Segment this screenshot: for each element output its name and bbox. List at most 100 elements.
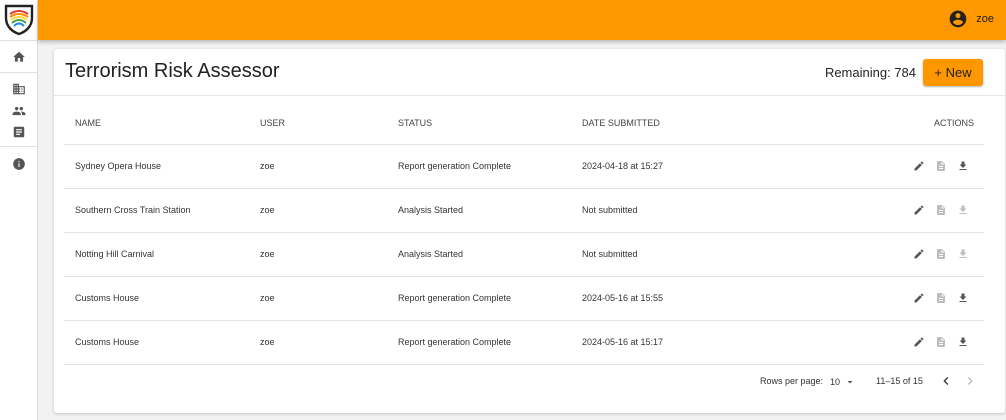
cell-status: Report generation Complete <box>387 276 571 321</box>
download-icon <box>959 161 967 170</box>
download-button[interactable] <box>956 335 970 349</box>
rows-per-page-label: Rows per page: <box>760 376 824 386</box>
download-icon <box>959 293 967 302</box>
column-header-date[interactable]: DATE SUBMITTED <box>571 103 831 145</box>
user-menu[interactable]: zoe <box>948 9 994 29</box>
download-icon <box>959 249 967 258</box>
column-header-user[interactable]: USER <box>249 103 387 145</box>
cell-status: Report generation Complete <box>387 320 571 365</box>
sidebar-item-info[interactable] <box>8 153 30 175</box>
cell-name: Customs House <box>64 320 249 365</box>
logo-icon <box>3 3 35 36</box>
cell-date: 2024-05-16 at 15:55 <box>571 276 831 321</box>
cell-date: 2024-05-16 at 15:17 <box>571 320 831 365</box>
edit-button[interactable] <box>912 335 926 349</box>
user-name: zoe <box>976 13 994 25</box>
sidebar-item-home[interactable] <box>8 46 30 68</box>
cell-name: Customs House <box>64 276 249 321</box>
edit-icon <box>914 337 924 347</box>
chevron-left-icon <box>943 377 949 385</box>
download-button[interactable] <box>956 247 970 261</box>
chevron-right-icon <box>967 377 973 385</box>
report-icon <box>937 205 945 215</box>
edit-icon <box>914 293 924 303</box>
view-report-button[interactable] <box>934 159 948 173</box>
cell-date: Not submitted <box>571 188 831 233</box>
table-header-row: NAME USER STATUS DATE SUBMITTED ACTIONS <box>64 103 984 145</box>
column-header-name[interactable]: NAME <box>64 103 249 145</box>
download-button[interactable] <box>956 203 970 217</box>
sidebar-divider <box>0 146 38 147</box>
article-icon <box>13 126 25 138</box>
cell-user: zoe <box>249 144 387 189</box>
cell-name: Sydney Opera House <box>64 144 249 189</box>
download-button[interactable] <box>956 159 970 173</box>
assessments-card: Terrorism Risk Assessor Remaining: 784 +… <box>54 49 1005 413</box>
page-title: Terrorism Risk Assessor <box>65 60 280 82</box>
home-icon <box>13 51 25 62</box>
report-icon <box>937 293 945 303</box>
column-header-status[interactable]: STATUS <box>387 103 571 145</box>
table-body: Sydney Opera House zoe Report generation C… <box>64 144 984 365</box>
table-row[interactable]: Customs House zoe Report generation Comple… <box>64 320 984 365</box>
edit-button[interactable] <box>912 203 926 217</box>
view-report-button[interactable] <box>934 291 948 305</box>
info-icon <box>13 158 25 170</box>
cell-name: Notting Hill Carnival <box>64 232 249 277</box>
table-row[interactable]: Notting Hill Carnival zoe Analysis Started… <box>64 232 984 277</box>
cell-status: Analysis Started <box>387 188 571 233</box>
cell-actions <box>831 188 984 233</box>
view-report-button[interactable] <box>934 335 948 349</box>
edit-icon <box>914 249 924 259</box>
report-icon <box>937 337 945 347</box>
cell-user: zoe <box>249 320 387 365</box>
sidebar-item-users[interactable] <box>8 100 30 122</box>
sidebar-item-buildings[interactable] <box>8 78 30 100</box>
next-page-button[interactable] <box>962 373 978 389</box>
sidebar-divider <box>0 72 38 73</box>
table-row[interactable]: Southern Cross Train Station zoe Analysis … <box>64 188 984 233</box>
cell-name: Southern Cross Train Station <box>64 188 249 233</box>
new-assessment-button[interactable]: + New <box>923 59 983 86</box>
edit-icon <box>914 161 924 171</box>
cell-date: Not submitted <box>571 232 831 277</box>
cell-actions <box>831 276 984 321</box>
business-icon <box>13 83 25 95</box>
account-circle-icon <box>949 10 967 28</box>
cell-user: zoe <box>249 276 387 321</box>
page-range: 11–15 of 15 <box>876 376 923 386</box>
report-icon <box>937 249 945 259</box>
column-header-actions: ACTIONS <box>831 103 984 145</box>
table-row[interactable]: Customs House zoe Report generation Comple… <box>64 276 984 321</box>
cell-status: Report generation Complete <box>387 144 571 189</box>
arrow-drop-down-icon <box>847 381 853 384</box>
assessments-table: NAME USER STATUS DATE SUBMITTED ACTIONS … <box>64 103 984 365</box>
view-report-button[interactable] <box>934 203 948 217</box>
download-button[interactable] <box>956 291 970 305</box>
view-report-button[interactable] <box>934 247 948 261</box>
edit-icon <box>914 205 924 215</box>
rows-per-page-value: 10 <box>830 377 841 387</box>
people-icon <box>12 106 26 116</box>
download-icon <box>959 337 967 346</box>
remaining-count: Remaining: 784 <box>824 65 916 80</box>
sidebar <box>0 0 38 420</box>
sidebar-divider <box>0 40 38 41</box>
cell-status: Analysis Started <box>387 232 571 277</box>
table-row[interactable]: Sydney Opera House zoe Report generation C… <box>64 144 984 189</box>
report-icon <box>937 161 945 171</box>
previous-page-button[interactable] <box>938 373 954 389</box>
cell-actions <box>831 320 984 365</box>
download-icon <box>959 205 967 214</box>
cell-user: zoe <box>249 232 387 277</box>
cell-actions <box>831 232 984 277</box>
cell-actions <box>831 144 984 189</box>
rows-per-page-select[interactable]: 10 <box>830 376 856 388</box>
edit-button[interactable] <box>912 291 926 305</box>
pagination: Rows per page: 10 11–15 of 15 <box>54 367 1005 395</box>
cell-user: zoe <box>249 188 387 233</box>
card-header: Terrorism Risk Assessor Remaining: 784 +… <box>54 49 1005 96</box>
edit-button[interactable] <box>912 159 926 173</box>
sidebar-item-reports[interactable] <box>8 121 30 143</box>
edit-button[interactable] <box>912 247 926 261</box>
